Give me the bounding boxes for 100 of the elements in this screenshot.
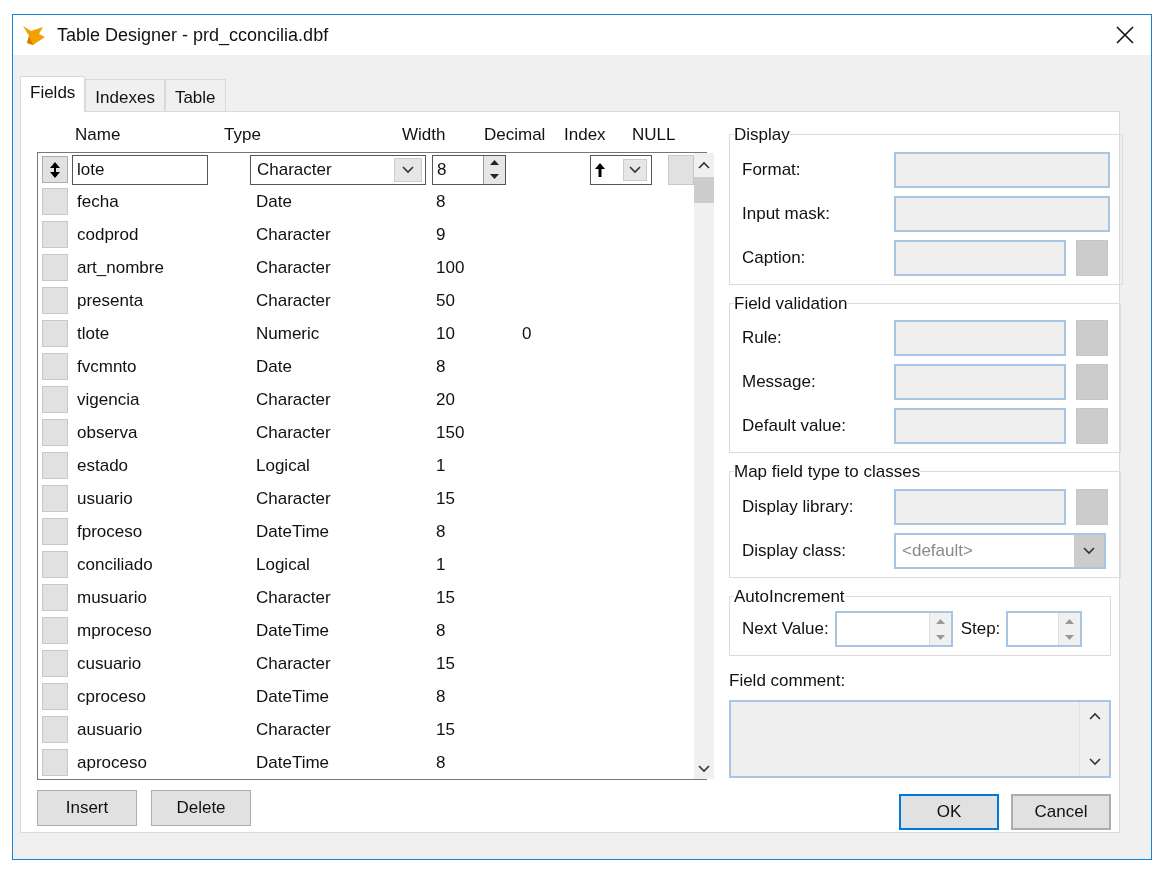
grid-row[interactable]: presenta Character 50 <box>38 284 694 317</box>
name-cell-text: estado <box>77 454 129 477</box>
name-cell-text: fproceso <box>77 520 143 543</box>
type-cell-text: DateTime <box>256 619 330 642</box>
text-field[interactable] <box>894 364 1066 400</box>
name-cell-text: mproceso <box>77 619 152 642</box>
width-cell-text: 15 <box>436 586 455 609</box>
group-title: Display <box>734 124 790 146</box>
grid-row[interactable]: fecha Date 8 <box>38 185 694 218</box>
tab[interactable]: Fields <box>20 76 86 112</box>
name-cell-text: tlote <box>77 322 110 345</box>
vertical-scrollbar[interactable] <box>694 153 714 779</box>
field-label: Display library: <box>742 495 855 518</box>
column-header: Index <box>564 124 607 147</box>
spin-buttons[interactable] <box>483 155 505 184</box>
type-combo[interactable]: Character <box>250 154 426 185</box>
grid-row[interactable]: fproceso DateTime 8 <box>38 515 694 548</box>
field-label: Default value: <box>742 415 847 438</box>
close-icon <box>1116 26 1134 44</box>
group-title: Map field type to classes <box>734 461 921 483</box>
name-cell-text: presenta <box>77 289 144 312</box>
index-combo[interactable] <box>590 154 652 185</box>
grid-row[interactable]: cusuario Character 15 <box>38 647 694 680</box>
text-field[interactable] <box>894 408 1066 444</box>
grid-row[interactable]: art_nombre Character 100 <box>38 251 694 284</box>
grid-row[interactable]: estado Logical 1 <box>38 449 694 482</box>
width-cell-text: 100 <box>436 256 465 279</box>
type-cell-text: Character <box>256 652 331 675</box>
step-spinner[interactable] <box>1006 611 1083 647</box>
name-cell-text: fvcmnto <box>77 355 137 378</box>
comment-textarea[interactable] <box>729 699 1111 778</box>
row-selector[interactable] <box>42 156 68 183</box>
grid-row[interactable]: mproceso DateTime 8 <box>38 614 694 647</box>
grid-row[interactable]: fvcmnto Date 8 <box>38 350 694 383</box>
chevron-down-icon <box>1083 546 1095 555</box>
grid-row[interactable]: musuario Character 15 <box>38 581 694 614</box>
name-cell-text: usuario <box>77 487 133 510</box>
next-value-spinner[interactable] <box>834 611 953 647</box>
width-cell-text: 1 <box>436 454 446 477</box>
decimal-cell-text: 0 <box>522 322 532 345</box>
name-cell-text: conciliado <box>77 553 153 576</box>
name-cell-text: vigencia <box>77 388 140 411</box>
chevron-down-icon <box>698 765 710 773</box>
text-field[interactable] <box>894 151 1110 188</box>
grid-row[interactable]: cproceso DateTime 8 <box>38 680 694 713</box>
grid-row[interactable]: observa Character 150 <box>38 416 694 449</box>
type-cell-text: Date <box>256 355 292 378</box>
browse-button[interactable] <box>1076 239 1108 276</box>
window-title: Table Designer - prd_cconcilia.dbf <box>57 23 329 48</box>
grid-row[interactable]: aproceso DateTime 8 <box>38 746 694 779</box>
grid-row[interactable]: tlote Numeric 10 0 <box>38 317 694 350</box>
name-input[interactable]: lote <box>72 154 208 185</box>
name-cell-text: art_nombre <box>77 256 164 279</box>
browse-button[interactable] <box>1076 488 1108 525</box>
name-cell-text: ausuario <box>77 718 143 741</box>
text-field[interactable] <box>894 488 1066 525</box>
grid-action-button[interactable]: Delete <box>151 790 251 826</box>
text-field[interactable] <box>894 320 1066 356</box>
chevron-down-icon <box>402 165 414 174</box>
grid-row[interactable]: vigencia Character 20 <box>38 383 694 416</box>
width-cell-text: 20 <box>436 388 455 411</box>
grid-action-button[interactable]: Insert <box>37 790 137 826</box>
tab[interactable]: Indexes <box>85 79 165 111</box>
column-header: Type <box>224 124 262 147</box>
field-label: Display class: <box>742 539 847 562</box>
name-cell-text: codprod <box>77 223 139 246</box>
grid-row[interactable]: usuario Character 15 <box>38 482 694 515</box>
tab[interactable]: Table <box>164 79 226 111</box>
width-spinner[interactable]: 8 <box>432 154 506 185</box>
width-cell-text: 8 <box>436 685 446 708</box>
field-label: Step: <box>960 618 1001 641</box>
text-field[interactable] <box>894 239 1066 276</box>
up-triangle-icon <box>935 618 945 624</box>
field-label: Message: <box>742 371 817 394</box>
browse-button[interactable] <box>1076 408 1108 444</box>
grid-row[interactable]: conciliado Logical 1 <box>38 548 694 581</box>
field-label: Next Value: <box>742 618 829 641</box>
width-cell-text: 15 <box>436 487 455 510</box>
width-cell-text: 8 <box>436 520 446 543</box>
width-cell-text: 8 <box>436 190 446 213</box>
chevron-down-icon <box>1088 757 1101 766</box>
name-cell-text: aproceso <box>77 751 147 774</box>
field-label: Format: <box>742 158 802 181</box>
type-cell-text: Character <box>256 256 331 279</box>
type-cell-text: DateTime <box>256 520 330 543</box>
grid-row[interactable]: codprod Character 9 <box>38 218 694 251</box>
text-field[interactable] <box>894 195 1110 232</box>
browse-button[interactable] <box>1076 364 1108 400</box>
scrollbar-thumb[interactable] <box>694 177 714 203</box>
grid-row-selected[interactable]: lote Character 8 <box>38 154 694 185</box>
name-cell-text: musuario <box>77 586 147 609</box>
fox-logo-icon <box>21 23 47 47</box>
grid-row[interactable]: ausuario Character 15 <box>38 713 694 746</box>
name-cell-text: cusuario <box>77 652 142 675</box>
dialog-button[interactable]: Cancel <box>1011 793 1111 830</box>
down-triangle-icon <box>1065 634 1075 640</box>
dialog-button[interactable]: OK <box>899 793 999 830</box>
chevron-down-icon <box>629 165 641 174</box>
null-checkbox[interactable] <box>668 154 694 185</box>
browse-button[interactable] <box>1076 320 1108 356</box>
